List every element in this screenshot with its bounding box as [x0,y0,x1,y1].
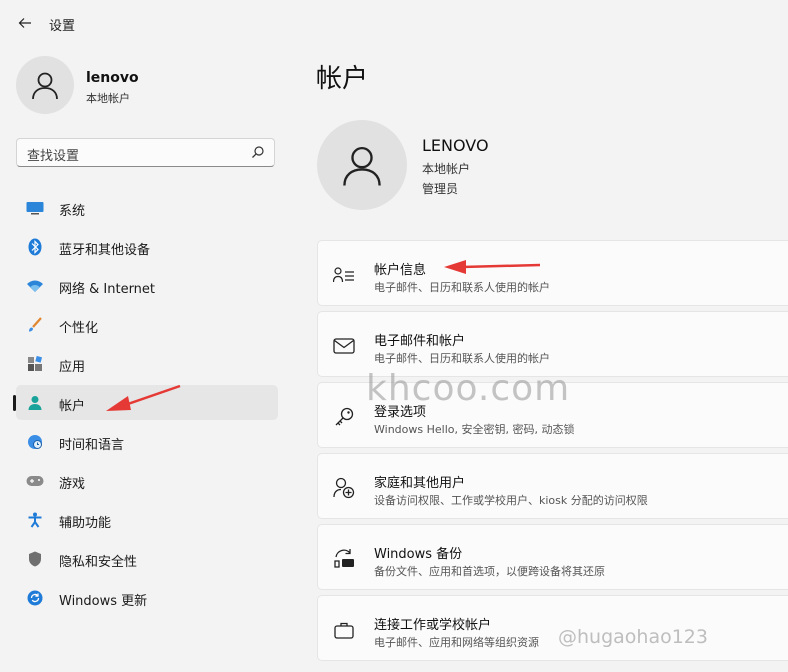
annotation-arrow [106,384,181,411]
avatar [16,56,74,114]
card-subtitle: 电子邮件、日历和联系人使用的帐户 [374,352,550,365]
account-role: 管理员 [422,182,459,196]
card-title: 连接工作或学校帐户 [374,618,492,633]
card-subtitle: 电子邮件、日历和联系人使用的帐户 [374,281,550,294]
sidebar: lenovo 本地帐户 查找设置 系统 蓝牙和其他设备 网络 & Interne… [0,46,296,672]
accessibility-icon [26,511,44,529]
wifi-icon [26,277,44,295]
card-work-school-account[interactable]: 连接工作或学校帐户 电子邮件、应用和网络等组织资源 [317,595,788,661]
sidebar-item-bluetooth[interactable]: 蓝牙和其他设备 [16,229,278,264]
gamepad-icon [26,472,44,490]
system-icon [26,199,44,217]
sidebar-item-label: 游戏 [59,477,86,492]
sidebar-item-label: Windows 更新 [59,594,148,609]
page-title: 帐户 [316,64,369,94]
sidebar-item-time-language[interactable]: 时间和语言 [16,424,278,459]
sidebar-item-label: 时间和语言 [59,438,125,453]
sidebar-item-accessibility[interactable]: 辅助功能 [16,502,278,537]
user-account-type: 本地帐户 [86,92,130,105]
mail-icon [332,334,356,358]
user-avatar-icon [32,72,58,100]
sidebar-item-label: 应用 [59,360,86,375]
briefcase-icon [332,618,356,642]
user-avatar-icon [343,146,381,186]
sidebar-item-label: 蓝牙和其他设备 [59,243,151,258]
search-icon [252,146,264,158]
sidebar-item-label: 隐私和安全性 [59,555,138,570]
backup-icon [332,547,356,571]
sidebar-item-network[interactable]: 网络 & Internet [16,268,278,303]
card-title: Windows 备份 [374,547,463,562]
active-indicator [13,395,16,411]
card-title: 家庭和其他用户 [374,476,466,491]
search-box[interactable]: 查找设置 [16,138,275,167]
sidebar-item-label: 帐户 [59,399,86,414]
user-name: lenovo [86,70,139,86]
key-icon [332,405,356,429]
account-name: LENOVO [422,136,489,155]
apps-icon [26,355,44,373]
person-icon [26,394,44,412]
sidebar-item-personalization[interactable]: 个性化 [16,307,278,342]
sidebar-item-gaming[interactable]: 游戏 [16,463,278,498]
search-input[interactable]: 查找设置 [27,145,79,164]
back-button[interactable] [14,12,36,34]
family-icon [332,476,356,500]
shield-icon [26,550,44,568]
card-family-other-users[interactable]: 家庭和其他用户 设备访问权限、工作或学校用户、kiosk 分配的访问权限 [317,453,788,519]
sidebar-item-label: 系统 [59,204,86,219]
update-icon [26,589,44,607]
card-title: 电子邮件和帐户 [374,334,466,349]
sidebar-item-system[interactable]: 系统 [16,190,278,225]
sidebar-item-label: 个性化 [59,321,99,336]
author-watermark: @hugaohao123 [558,626,708,648]
watermark: khcoo.com [366,368,571,409]
account-avatar [317,120,407,210]
card-subtitle: 电子邮件、应用和网络等组织资源 [374,636,539,649]
sidebar-item-privacy[interactable]: 隐私和安全性 [16,541,278,576]
card-account-info[interactable]: 帐户信息 电子邮件、日历和联系人使用的帐户 [317,240,788,306]
app-title: 设置 [49,19,76,34]
card-subtitle: 备份文件、应用和首选项，以便跨设备将其还原 [374,565,605,578]
brush-icon [26,316,44,334]
globe-clock-icon [26,433,44,451]
account-info-icon [332,263,356,287]
sidebar-item-windows-update[interactable]: Windows 更新 [16,580,278,615]
bluetooth-icon [26,238,44,256]
account-type: 本地帐户 [422,162,471,176]
card-title: 帐户信息 [374,263,427,278]
card-subtitle: 设备访问权限、工作或学校用户、kiosk 分配的访问权限 [374,494,648,507]
title-bar: 设置 [0,0,788,46]
back-arrow-icon [18,18,31,28]
main-content: 帐户 LENOVO 本地帐户 管理员 帐户信息 电子邮件、日历和联系人使用的帐户… [296,46,788,672]
card-subtitle: Windows Hello, 安全密钥, 密码, 动态锁 [374,423,575,436]
sidebar-item-label: 辅助功能 [59,516,112,531]
annotation-arrow [444,260,541,274]
user-card[interactable]: lenovo 本地帐户 [16,56,286,116]
card-windows-backup[interactable]: Windows 备份 备份文件、应用和首选项，以便跨设备将其还原 [317,524,788,590]
sidebar-item-label: 网络 & Internet [59,282,156,297]
sidebar-item-apps[interactable]: 应用 [16,346,278,381]
